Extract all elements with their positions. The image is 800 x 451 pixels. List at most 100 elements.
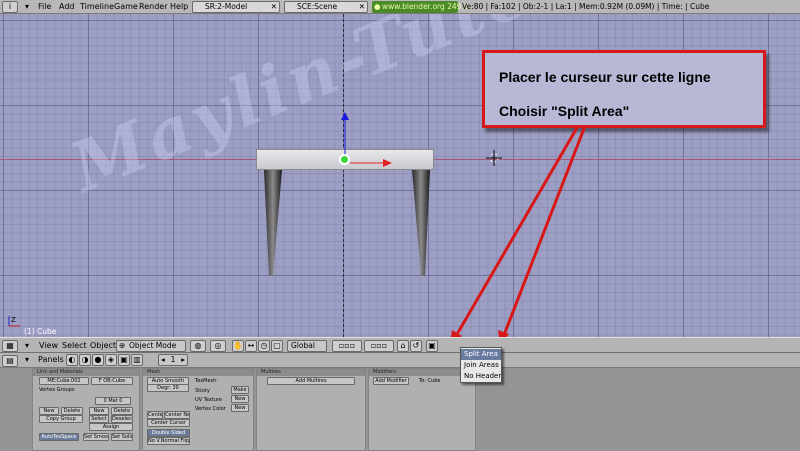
active-object-label: (1) Cube [24,327,57,336]
collapse-icon[interactable]: ▾ [25,341,29,350]
assign-button[interactable]: Assign [89,423,133,431]
editing-context-icon[interactable]: ▣ [118,354,130,366]
collapse-icon[interactable]: ▾ [25,355,29,364]
vgroup-new-button[interactable]: New [39,407,59,415]
layers-row1-icon[interactable]: ▫▫▫ [332,340,362,352]
callout-line-1: Placer le curseur sur cette ligne [499,69,711,85]
scene-stats: Ve:80 | Fa:102 | Ob:2-1 | La:1 | Mem:0.9… [462,2,710,11]
scene-selector[interactable]: SCE:Scene ✕ [284,1,368,13]
logic-icon[interactable]: ◐ [66,354,78,366]
uv-texture-label: UV Texture [195,397,222,403]
menu-item-no-header[interactable]: No Header [461,371,501,382]
3d-cursor-icon[interactable] [486,150,502,168]
panel-title[interactable]: Link and Materials [33,369,139,376]
add-modifier-button[interactable]: Add Modifier [373,377,409,385]
draw-type-icon[interactable]: ◍ [190,340,206,352]
center-button[interactable]: Center [147,411,163,419]
watermark: Maylin-Tuto [60,14,546,209]
object-mode-icon: ⊕ [119,341,126,350]
menu-item-split-area[interactable]: Split Area [461,349,501,360]
center-cursor-button[interactable]: Center Cursor [147,419,190,427]
right-arrow-icon[interactable]: ▸ [181,355,185,365]
uv-new-button[interactable]: New [231,395,249,403]
material-index-stepper[interactable]: 0 Mat 0 [95,397,131,405]
mesh-datablock-field[interactable]: ME:Cube.002 [39,377,89,385]
menu-file-icon: ▾ [25,2,30,11]
menu-view[interactable]: View [39,341,58,350]
add-multires-button[interactable]: Add Multires [267,377,355,385]
close-icon[interactable]: ✕ [359,2,365,12]
menu-item-join-areas[interactable]: Join Areas [461,360,501,371]
material-new-button[interactable]: New [89,407,109,415]
degree-field[interactable]: Degr: 30 [147,384,189,392]
callout-line-2: Choisir "Split Area" [499,103,630,119]
render-icon[interactable]: ▣ [426,340,438,352]
blender-logo-icon: ● [374,2,381,11]
menu-timeline[interactable]: Timeline [80,2,114,11]
hand-icon[interactable]: ✋ [232,340,244,352]
area-context-menu: Split Area Join Areas No Header [460,347,502,383]
table-leg-left [263,170,283,278]
manipulator-scale-icon[interactable]: ▢ [271,340,283,352]
vertex-color-label: Vertex Color [195,406,226,412]
no-vnormal-flip-button[interactable]: No V.Normal Flip [147,437,190,445]
axis-gizmo-icon: Z [6,314,26,330]
object-context-icon[interactable]: ◈ [105,354,117,366]
vcol-new-button[interactable]: New [231,404,249,412]
menu-select[interactable]: Select [62,341,87,350]
frame-stepper[interactable]: ◂ 1 ▸ [158,354,188,366]
layers-row2-icon[interactable]: ▫▫▫ [364,340,394,352]
buttons-editor-type-icon[interactable]: ▤ [2,355,18,367]
panel-title[interactable]: Mesh [143,369,253,376]
vgroup-delete-button[interactable]: Delete [61,407,83,415]
x-arrow-icon[interactable] [350,158,392,170]
copy-group-button[interactable]: Copy Group [39,415,83,423]
blender-url-badge[interactable]: ● www.blender.org 249.2 [372,1,469,13]
table-leg-right [411,170,431,278]
multires-panel: Multires Add Multires [256,368,366,451]
close-icon[interactable]: ✕ [271,2,277,12]
material-delete-button[interactable]: Delete [111,407,133,415]
auto-tex-space-button[interactable]: AutoTexSpace [39,433,79,441]
deselect-button[interactable]: Deselect [111,415,133,423]
left-arrow-icon[interactable]: ◂ [161,355,165,365]
object-name-field[interactable]: F OB:Cube [91,377,133,385]
set-solid-button[interactable]: Set Solid [111,433,133,441]
set-smooth-button[interactable]: Set Smooth [83,433,109,441]
pivot-icon[interactable]: ◎ [210,340,226,352]
scene-context-icon[interactable]: ▥ [131,354,143,366]
menu-help[interactable]: Help [170,2,188,11]
menu-file[interactable]: File [38,2,51,11]
script-icon[interactable]: ◑ [79,354,91,366]
z-arrow-icon[interactable] [340,112,350,158]
screen-selector[interactable]: SR:2-Model ✕ [192,1,280,13]
center-new-button[interactable]: Center New [164,411,190,419]
double-sided-button[interactable]: Double Sided [147,429,190,437]
orientation-selector[interactable]: Global [287,340,327,352]
manipulator-translate-icon[interactable]: ↔ [245,340,257,352]
modifier-target-label: To: Cube [419,378,441,384]
mode-selector[interactable]: ⊕ Object Mode [116,340,186,352]
annotation-callout: Placer le curseur sur cette ligne Choisi… [482,50,766,128]
info-header: i ▾ File Add Timeline Game Render Help S… [0,0,800,14]
menu-game[interactable]: Game [114,2,138,11]
select-button[interactable]: Select [89,415,109,423]
menu-render[interactable]: Render [139,2,167,11]
object-origin-icon[interactable] [339,154,350,165]
refresh-icon[interactable]: ↺ [410,340,422,352]
lock-layers-icon[interactable]: ⌂ [397,340,409,352]
sticky-make-button[interactable]: Make [231,386,249,394]
texmesh-label: TexMesh: [195,378,219,384]
shading-icon[interactable]: ● [92,354,104,366]
panel-title[interactable]: Multires [257,369,365,376]
menu-add[interactable]: Add [59,2,75,11]
mode-label: Object Mode [129,341,177,350]
svg-text:Z: Z [11,316,16,324]
menu-object[interactable]: Object [90,341,116,350]
editor-type-icon[interactable]: ▦ [2,340,18,352]
link-materials-panel: Link and Materials ME:Cube.002 F OB:Cube… [32,368,140,451]
panels-menu[interactable]: Panels [38,355,64,364]
mesh-panel: Mesh Auto Smooth Degr: 30 TexMesh: Stick… [142,368,254,451]
manipulator-rotate-icon[interactable]: ◷ [258,340,270,352]
info-editor-type-icon[interactable]: i [2,1,18,13]
